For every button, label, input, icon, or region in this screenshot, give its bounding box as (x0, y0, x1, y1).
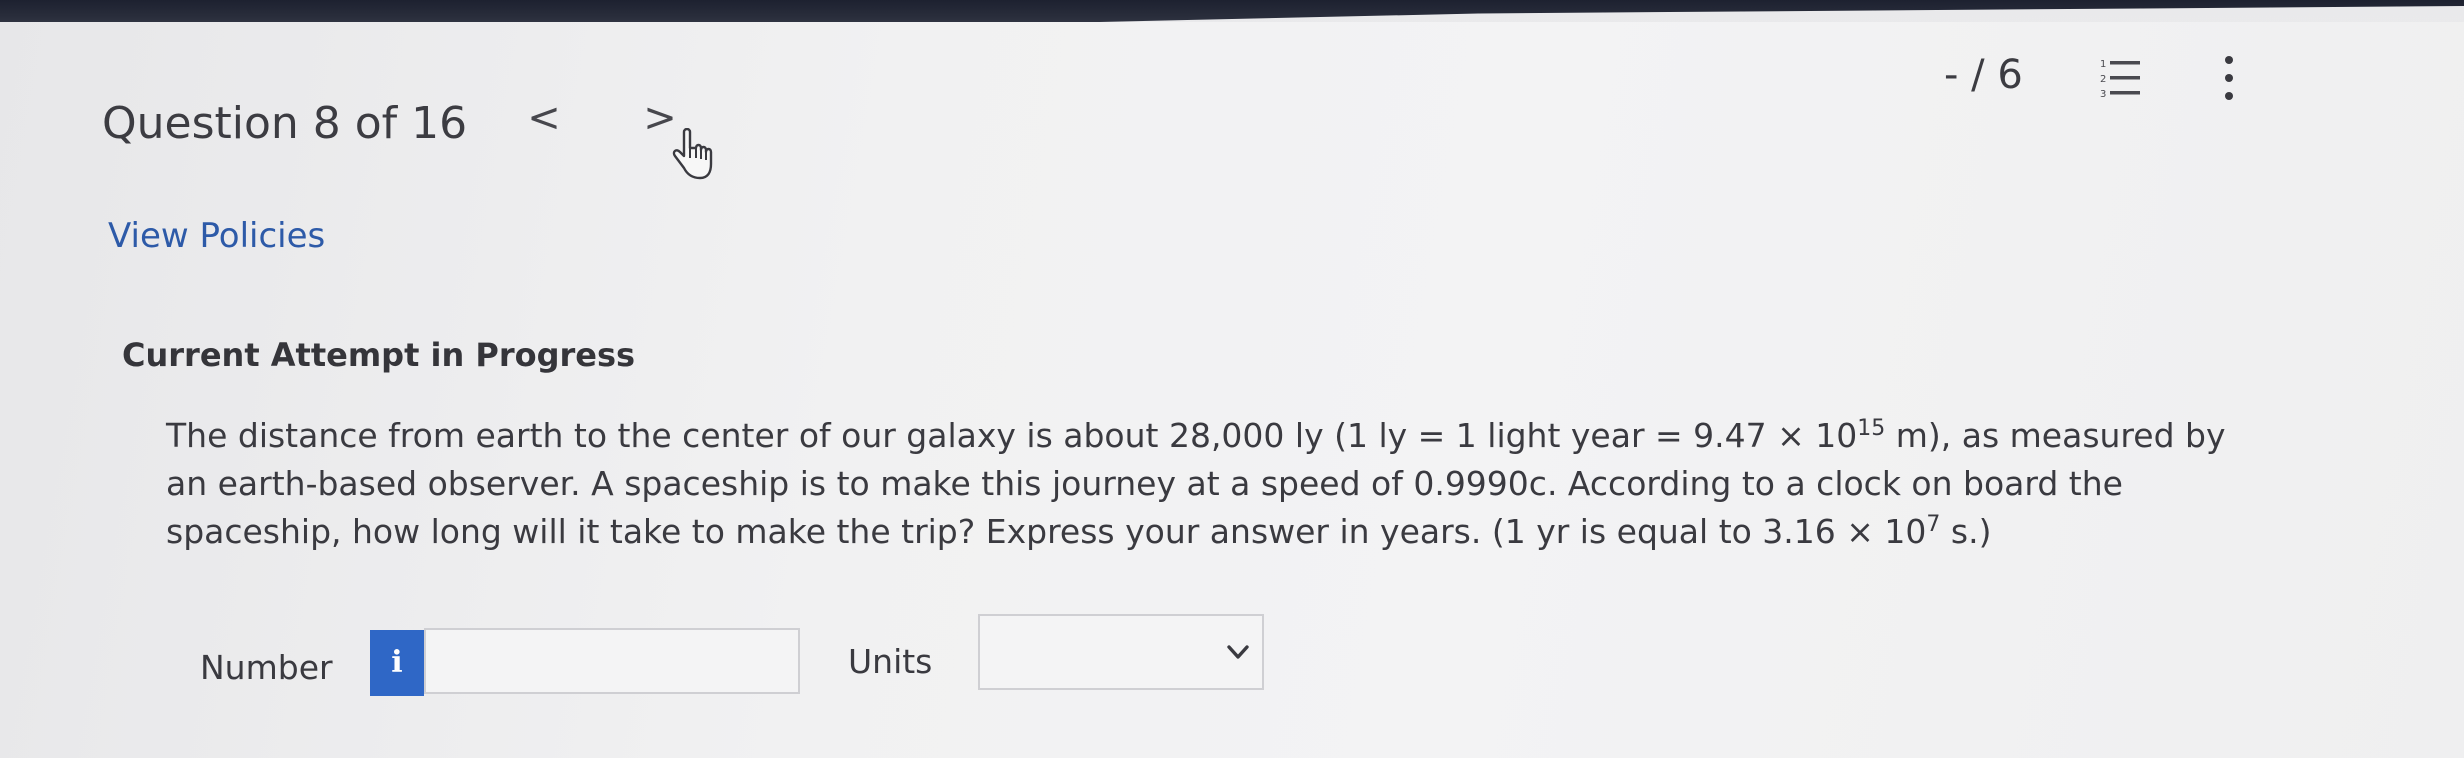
hand-pointer-icon (672, 128, 713, 180)
units-label: Units (848, 642, 933, 681)
number-answer-input[interactable] (424, 628, 800, 694)
attempt-status-heading: Current Attempt in Progress (122, 336, 636, 374)
exponent-1: 15 (1857, 416, 1886, 441)
previous-question-button[interactable]: < (524, 96, 564, 140)
units-dropdown[interactable] (978, 614, 1264, 690)
svg-text:1: 1 (2100, 59, 2106, 70)
number-label: Number (200, 648, 333, 687)
more-vertical-icon[interactable] (2222, 54, 2236, 102)
view-policies-link[interactable]: View Policies (108, 216, 325, 256)
svg-text:3: 3 (2100, 89, 2106, 100)
chevron-left-icon: < (527, 95, 561, 141)
info-icon[interactable]: i (370, 630, 424, 696)
question-text-part-3: s.) (1940, 512, 1992, 551)
svg-text:2: 2 (2100, 74, 2106, 85)
score-display: - / 6 (1944, 52, 2023, 98)
numbered-list-icon[interactable]: 1 2 3 (2098, 56, 2142, 100)
question-body: The distance from earth to the center of… (166, 412, 2246, 556)
chevron-down-icon (1227, 645, 1249, 659)
question-text-part-1: The distance from earth to the center of… (166, 416, 1858, 455)
exponent-2: 7 (1926, 512, 1941, 537)
question-title: Question 8 of 16 (102, 98, 468, 149)
